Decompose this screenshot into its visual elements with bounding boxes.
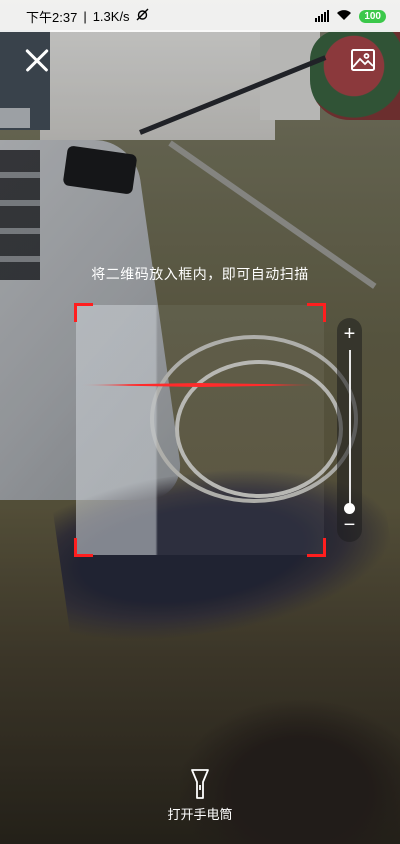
- zoom-out-button[interactable]: −: [337, 514, 362, 538]
- zoom-thumb[interactable]: [344, 502, 355, 514]
- scan-hint: 将二维码放入框内，即可自动扫描: [91, 266, 309, 282]
- flashlight-button[interactable]: 打开手电筒: [150, 768, 250, 828]
- scan-corner-bottom-right: [307, 538, 326, 557]
- zoom-in-button[interactable]: +: [337, 322, 362, 346]
- scan-corner-top-left: [74, 303, 93, 322]
- status-divider: |: [83, 8, 87, 24]
- scan-corner-top-right: [307, 303, 326, 322]
- flashlight-icon: [189, 769, 211, 804]
- flashlight-label: 打开手电筒: [167, 807, 233, 822]
- scan-frame: [74, 303, 326, 557]
- status-time: 下午2:37: [26, 9, 78, 25]
- no-alarm-icon: [136, 8, 149, 24]
- close-icon[interactable]: [24, 47, 50, 73]
- zoom-slider[interactable]: + −: [337, 318, 362, 542]
- wifi-icon: [336, 9, 352, 24]
- zoom-track[interactable]: [349, 350, 351, 508]
- status-bar: 下午2:37 | 1.3K/s 100: [0, 0, 400, 32]
- image-icon[interactable]: [351, 49, 375, 71]
- battery-icon: 100: [359, 9, 386, 23]
- scan-corner-bottom-left: [74, 538, 93, 557]
- status-network-speed: 1.3K/s: [92, 8, 130, 24]
- signal-icon: [315, 10, 330, 22]
